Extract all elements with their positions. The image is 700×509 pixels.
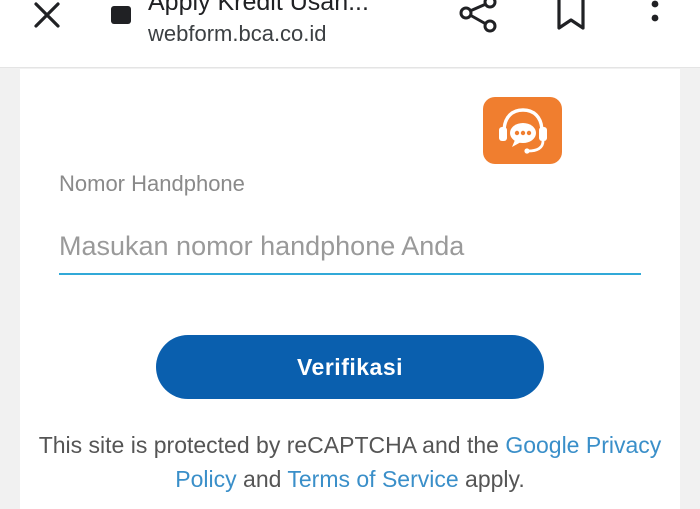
- chat-support-button[interactable]: [483, 97, 562, 164]
- share-icon[interactable]: [458, 0, 498, 34]
- phone-number-input[interactable]: [59, 219, 641, 275]
- recaptcha-text-apply: apply.: [458, 466, 525, 492]
- more-vert-icon[interactable]: [645, 0, 665, 30]
- phone-field-label: Nomor Handphone: [59, 171, 245, 196]
- verify-button[interactable]: Verifikasi: [156, 335, 544, 399]
- page-title: Apply Kredit Usah...: [148, 0, 369, 16]
- terms-of-service-link[interactable]: Terms of Service: [287, 466, 458, 492]
- recaptcha-text: This site is protected by reCAPTCHA and …: [38, 432, 506, 458]
- bookmark-icon[interactable]: [556, 0, 586, 32]
- page-url[interactable]: webform.bca.co.id: [148, 21, 327, 47]
- chat-support-icon: [498, 107, 547, 154]
- browser-toolbar: Apply Kredit Usah... webform.bca.co.id: [0, 0, 700, 68]
- lock-icon: [108, 0, 134, 26]
- recaptcha-notice: This site is protected by reCAPTCHA and …: [20, 428, 680, 496]
- form-card: Nomor Handphone Verifikasi This site is …: [20, 69, 680, 509]
- close-icon[interactable]: [30, 0, 64, 30]
- recaptcha-text-and: and: [236, 466, 288, 492]
